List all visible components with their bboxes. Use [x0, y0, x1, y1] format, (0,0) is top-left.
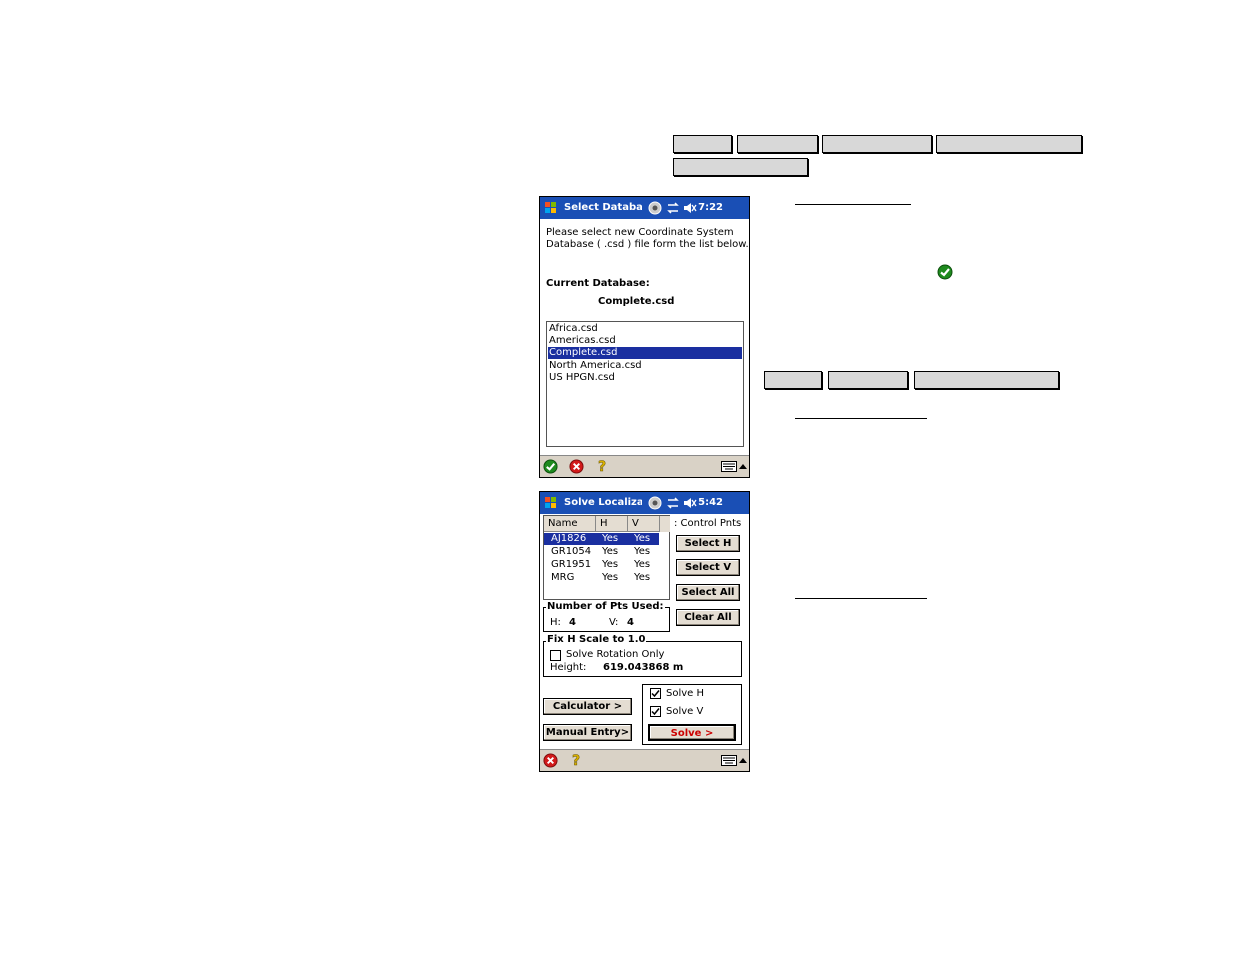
table-cell: Yes — [602, 533, 619, 544]
solve-button[interactable]: Solve > — [648, 724, 736, 741]
command-bar: ? — [540, 749, 749, 771]
solve-rotation-only-label: Solve Rotation Only — [566, 649, 665, 660]
keyboard-icon[interactable] — [721, 461, 737, 472]
table-cell: Yes — [634, 559, 651, 570]
manual-entry-button[interactable]: Manual Entry> — [543, 724, 632, 741]
table-cell: Yes — [602, 559, 619, 570]
checkmark-icon — [937, 264, 953, 280]
select-v-button[interactable]: Select V — [676, 559, 740, 576]
h-count-value: 4 — [569, 617, 576, 628]
current-database-value: Complete.csd — [598, 296, 675, 307]
table-cell: Yes — [634, 533, 651, 544]
volume-muted-icon[interactable] — [683, 201, 697, 215]
clock: 7:22 — [698, 202, 723, 213]
control-points-label: : Control Pnts — [674, 518, 742, 529]
sync-icon[interactable] — [648, 496, 662, 510]
table-cell: Yes — [602, 546, 619, 557]
volume-muted-icon[interactable] — [683, 496, 697, 510]
solve-h-checkbox[interactable] — [650, 688, 661, 699]
list-item[interactable]: Americas.csd — [548, 335, 742, 347]
connectivity-icon[interactable] — [666, 201, 680, 215]
list-item[interactable]: Africa.csd — [548, 323, 742, 335]
table-cell: Yes — [634, 572, 651, 583]
v-count-value: 4 — [627, 617, 634, 628]
connectivity-icon[interactable] — [666, 496, 680, 510]
table-cell: Yes — [602, 572, 619, 583]
title-bar: Select Databas 7:22 — [540, 197, 749, 219]
v-count-label: V: — [609, 617, 619, 628]
doc-button-1[interactable] — [673, 135, 732, 153]
database-list[interactable]: Africa.csd Americas.csd Complete.csd Nor… — [546, 321, 744, 447]
current-database-label: Current Database: — [546, 278, 650, 289]
cancel-icon[interactable] — [543, 753, 558, 768]
list-item[interactable]: North America.csd — [548, 360, 742, 372]
column-header-v[interactable]: V — [628, 516, 660, 532]
doc-button-4[interactable] — [936, 135, 1082, 153]
control-points-table[interactable]: Name H V AJ1826 Yes Yes GR1054 Yes Yes G… — [543, 515, 670, 600]
table-scrollbar[interactable] — [659, 516, 670, 532]
help-icon[interactable]: ? — [596, 458, 609, 474]
solve-rotation-only-checkbox[interactable] — [550, 650, 561, 661]
clock: 5:42 — [698, 497, 723, 508]
window-title: Select Databas — [564, 202, 642, 213]
cancel-icon[interactable] — [569, 459, 584, 474]
doc-button-2[interactable] — [737, 135, 818, 153]
underline-1 — [795, 204, 911, 205]
command-bar: ? — [540, 455, 749, 477]
fix-scale-label: Fix H Scale to 1.0 — [546, 634, 647, 645]
underline-3 — [795, 598, 927, 599]
doc-button-8[interactable] — [914, 371, 1059, 389]
svg-text:?: ? — [598, 459, 606, 474]
select-database-screen: Select Databas 7:22 Please select new Co… — [539, 196, 750, 478]
points-used-label: Number of Pts Used: — [546, 601, 665, 612]
table-cell: Yes — [634, 546, 651, 557]
doc-button-7[interactable] — [828, 371, 908, 389]
height-value: 619.043868 m — [603, 662, 684, 673]
solve-localization-screen: Solve Localizati 5:42 Name H V AJ1826 Ye… — [539, 491, 750, 772]
window-title: Solve Localizati — [564, 497, 642, 508]
table-cell[interactable]: GR1951 — [551, 559, 591, 571]
ok-icon[interactable] — [543, 459, 558, 474]
solve-h-label: Solve H — [666, 688, 705, 699]
table-cell[interactable]: GR1054 — [551, 546, 591, 558]
solve-v-checkbox[interactable] — [650, 706, 661, 717]
table-cell: AJ1826 — [551, 533, 587, 544]
height-label: Height: — [550, 662, 587, 673]
clear-all-button[interactable]: Clear All — [676, 609, 740, 626]
column-header-h[interactable]: H — [596, 516, 628, 532]
instructions-line-2: Database ( .csd ) file form the list bel… — [546, 239, 749, 250]
h-count-label: H: — [550, 617, 561, 628]
list-item-selected[interactable]: Complete.csd — [548, 347, 742, 359]
check-icon — [651, 708, 660, 716]
column-header-name[interactable]: Name — [544, 516, 596, 532]
doc-button-5[interactable] — [673, 158, 808, 176]
windows-start-icon[interactable] — [543, 495, 559, 511]
sync-icon[interactable] — [648, 201, 662, 215]
title-bar: Solve Localizati 5:42 — [540, 492, 749, 514]
table-cell[interactable]: MRG — [551, 572, 574, 584]
svg-text:?: ? — [572, 753, 580, 768]
chevron-up-icon[interactable] — [739, 463, 747, 469]
check-icon — [651, 690, 660, 698]
doc-button-6[interactable] — [764, 371, 822, 389]
calculator-button[interactable]: Calculator > — [543, 698, 632, 715]
windows-start-icon[interactable] — [543, 200, 559, 216]
solve-v-label: Solve V — [666, 706, 704, 717]
chevron-up-icon[interactable] — [739, 757, 747, 763]
instructions-line-1: Please select new Coordinate System — [546, 227, 734, 238]
select-all-button[interactable]: Select All — [676, 584, 740, 601]
underline-2 — [795, 418, 927, 419]
help-icon[interactable]: ? — [570, 752, 583, 768]
doc-button-3[interactable] — [822, 135, 932, 153]
select-h-button[interactable]: Select H — [676, 535, 740, 552]
list-item[interactable]: US HPGN.csd — [548, 372, 742, 384]
keyboard-icon[interactable] — [721, 755, 737, 766]
